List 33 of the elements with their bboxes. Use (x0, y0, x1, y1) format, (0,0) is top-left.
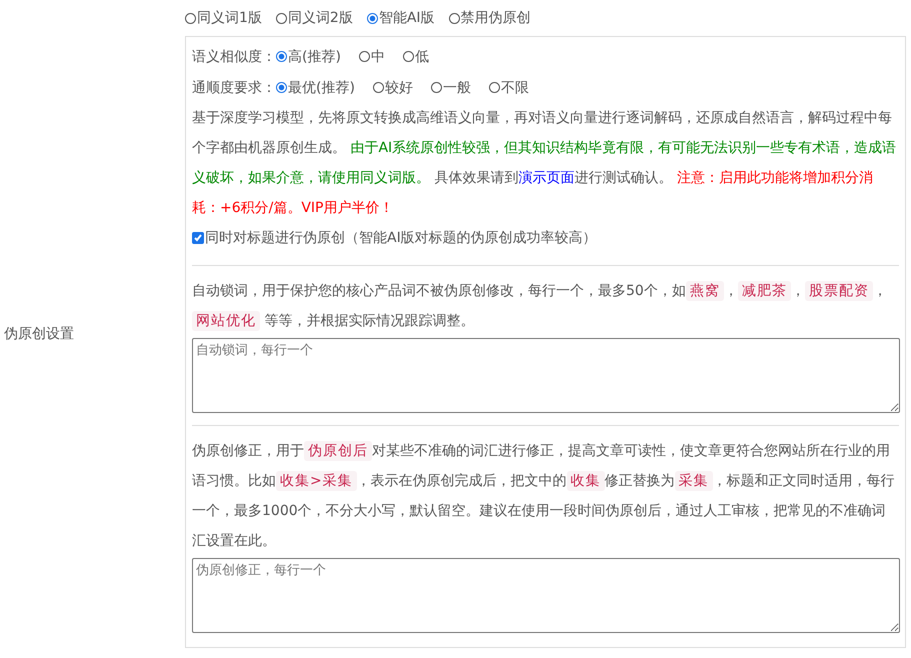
radio-button[interactable] (276, 51, 287, 62)
lock-words-field[interactable]: 自动锁词，每行一个 (192, 338, 900, 413)
radio-label: 一般 (442, 78, 471, 96)
radio-button[interactable] (448, 12, 460, 24)
radio-label: 较好 (384, 78, 413, 96)
checkbox[interactable] (192, 232, 204, 244)
radio-label: 同义词2版 (288, 9, 353, 27)
radio-button[interactable] (276, 82, 287, 93)
radio-button[interactable] (402, 51, 414, 62)
ai-description: 基于深度学习模型，先将原文转换成高维语义向量，再对语义向量进行逐词解码，还原成自然语言，解码过程中每个字都由机器原创生成。 由于AI系统原创性较强，但其知识结构毕竟有限，有可能无法识别一些专有术语，造成语义破坏，如果介意，请使用同义词版。 具体效果请到演示页面进行测试确认。 注意：启用此功能将增加积分消耗：+6积分/篇。VIP用户半价！ (192, 109, 898, 218)
radio-label: 高(推荐) (288, 48, 341, 66)
radio-label: 禁用伪原创 (460, 9, 531, 27)
radio-label: 最优(推荐) (288, 78, 355, 96)
radio-button[interactable] (185, 12, 196, 24)
radio-button[interactable] (430, 82, 442, 93)
section-label: 伪原创设置 (4, 325, 74, 343)
option-label: 通顺度要求： (192, 78, 276, 96)
radio-label: 同义词1版 (197, 9, 262, 27)
radio-button[interactable] (488, 82, 500, 93)
radio-button[interactable] (276, 12, 287, 24)
correction-description: 伪原创修正，用于 伪原创后 对某些不准确的词汇进行修正，提高文章可读性，使文章更符合您网站所在行业的用语习惯。比如 收集>采集 ，表示在伪原创完成后，把文中的 收集 修正替换为 采集 ，标题和正文同时适用，每行一个，最多1000个，不分大小写，默认留空。建议在使用一段时间伪原创后，通过人工审核，把常见的不准确词汇设置在此。 (192, 440, 896, 551)
radio-label: 智能AI版 (378, 9, 435, 27)
correction-field[interactable]: 伪原创修正，每行一个 (192, 558, 900, 633)
radio-label: 中 (370, 48, 385, 66)
radio-button[interactable] (358, 51, 370, 62)
option-label: 语义相似度： (192, 48, 276, 66)
lock-words-description: 自动锁词，用于保护您的核心产品词不被伪原创修改，每行一个，最多50个，如 燕窝 ， 减肥茶 ， 股票配资 ， 网站优化 等等，并根据实际情况跟踪调整。 (192, 280, 888, 333)
radio-label: 不限 (500, 78, 529, 96)
radio-label: 低 (414, 48, 429, 66)
demo-page-link[interactable]: 演示页面 (518, 170, 574, 186)
checkbox-label: 同时对标题进行伪原创（智能AI版对标题的伪原创成功率较高） (205, 229, 597, 247)
radio-button[interactable] (366, 12, 378, 24)
radio-button[interactable] (372, 82, 384, 93)
